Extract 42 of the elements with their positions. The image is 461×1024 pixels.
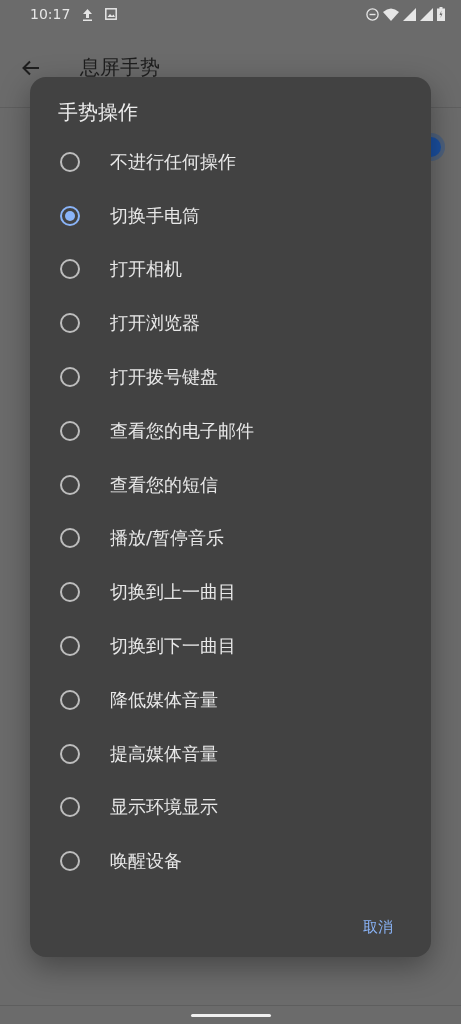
- page-title: 息屏手势: [80, 54, 160, 81]
- radio-option[interactable]: 切换到上一曲目: [30, 565, 431, 620]
- toggle-switch[interactable]: [431, 137, 441, 157]
- radio-button[interactable]: [60, 636, 80, 657]
- radio-option[interactable]: 播放/暂停音乐: [30, 511, 431, 566]
- radio-option[interactable]: 查看您的短信: [30, 457, 431, 512]
- radio-button[interactable]: [60, 528, 80, 549]
- radio-button[interactable]: [60, 474, 80, 495]
- wifi-icon: [383, 7, 399, 21]
- radio-button[interactable]: [60, 797, 80, 818]
- do-not-disturb-icon: [366, 7, 379, 21]
- home-indicator[interactable]: [190, 1013, 271, 1017]
- status-time: 10:17: [30, 6, 71, 22]
- radio-button[interactable]: [60, 259, 80, 280]
- radio-button[interactable]: [60, 205, 80, 226]
- radio-option[interactable]: 降低媒体音量: [30, 672, 431, 727]
- dialog-title: 手势操作: [57, 99, 139, 126]
- radio-option[interactable]: 查看您的电子邮件: [30, 404, 431, 458]
- radio-option[interactable]: 打开相机: [30, 242, 431, 297]
- radio-button[interactable]: [60, 851, 80, 872]
- upload-icon: [82, 7, 94, 21]
- battery-charging-icon: [437, 7, 445, 21]
- radio-button[interactable]: [60, 367, 80, 388]
- radio-button[interactable]: [60, 689, 80, 710]
- radio-option[interactable]: 切换到下一曲目: [30, 619, 431, 673]
- radio-option[interactable]: 切换手电筒: [30, 188, 431, 243]
- radio-button[interactable]: [60, 743, 80, 764]
- image-icon: [105, 8, 118, 20]
- back-arrow-icon[interactable]: [22, 59, 40, 76]
- radio-option[interactable]: 打开拨号键盘: [30, 350, 431, 404]
- signal-icon: [403, 7, 416, 21]
- radio-button[interactable]: [60, 420, 80, 441]
- radio-option[interactable]: 唤醒设备: [30, 834, 431, 889]
- cancel-button[interactable]: 取消: [359, 914, 397, 942]
- radio-option[interactable]: 打开浏览器: [30, 296, 431, 351]
- radio-option[interactable]: 不进行任何操作: [30, 135, 431, 189]
- radio-option[interactable]: 显示环境显示: [30, 780, 431, 835]
- radio-button[interactable]: [60, 313, 80, 334]
- radio-button[interactable]: [60, 151, 80, 172]
- radio-option[interactable]: 提高媒体音量: [30, 726, 431, 781]
- signal-icon: [420, 7, 433, 21]
- radio-button[interactable]: [60, 582, 80, 603]
